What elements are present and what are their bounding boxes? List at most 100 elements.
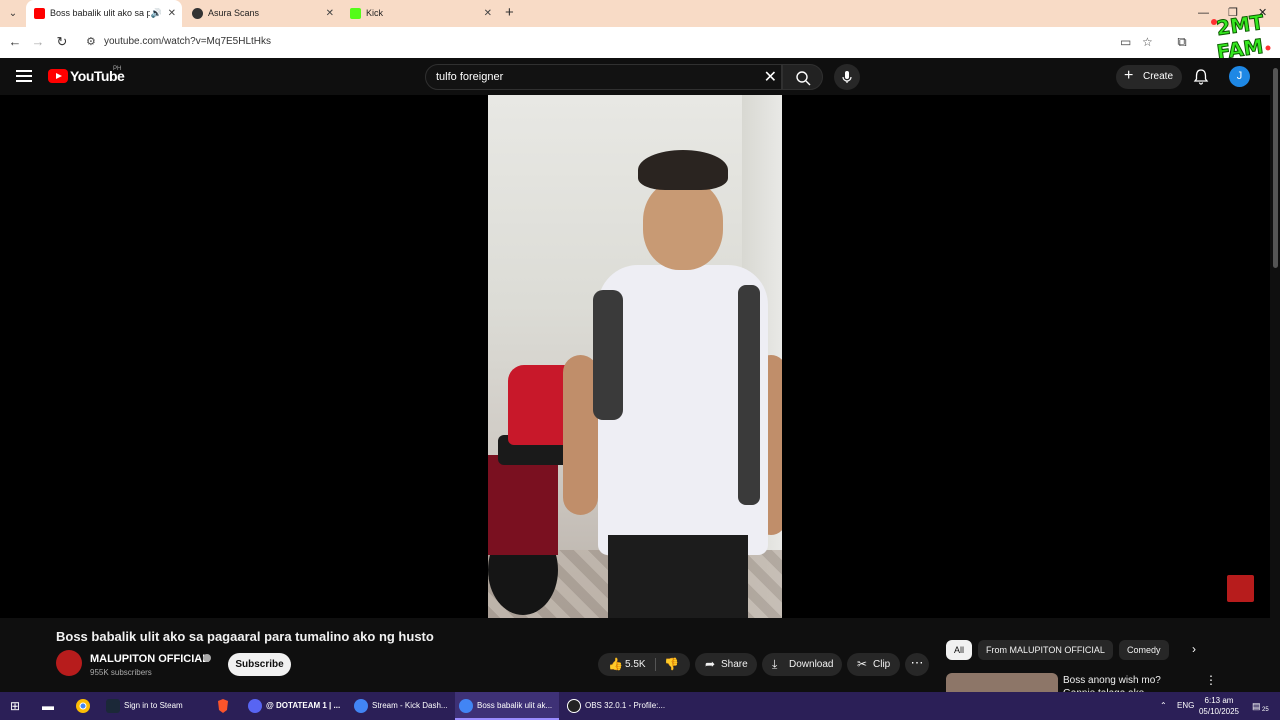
- account-avatar[interactable]: J: [1229, 66, 1250, 87]
- close-tab-icon[interactable]: ✕: [168, 0, 176, 27]
- close-tab-icon[interactable]: ✕: [326, 0, 334, 27]
- video-frame[interactable]: [488, 95, 782, 618]
- tab-kick[interactable]: Kick ✕: [342, 0, 498, 27]
- chevron-right-icon[interactable]: ›: [1192, 642, 1196, 656]
- scissors-icon: ✂: [857, 657, 868, 671]
- chrome-icon: [459, 699, 473, 713]
- search-input[interactable]: tulfo foreigner ✕: [425, 64, 782, 90]
- taskbar-label: Sign in to Steam: [124, 701, 183, 710]
- tab-title: Asura Scans: [208, 8, 260, 18]
- taskbar-steam[interactable]: Sign in to Steam: [102, 692, 206, 720]
- tray-chevron-up-icon[interactable]: ⌃: [1160, 692, 1167, 720]
- recommendation-title[interactable]: Boss anong wish mo? Gannie talaga ako: [1063, 674, 1193, 692]
- download-button[interactable]: ⤓ Download: [762, 653, 842, 676]
- tab-search-icon[interactable]: ⌄: [4, 5, 22, 23]
- taskbar-label: Stream - Kick Dash...: [372, 701, 448, 710]
- notification-count: 25: [1262, 707, 1269, 713]
- extensions-icon[interactable]: ⧉: [1173, 33, 1191, 51]
- youtube-logo-icon[interactable]: [48, 69, 68, 83]
- recommendation-thumbnail[interactable]: [946, 673, 1058, 693]
- search-query[interactable]: tulfo foreigner: [436, 71, 503, 83]
- windows-taskbar: ⊞ ▬ Sign in to Steam @ DOTATEAM 1 | ... …: [0, 692, 1280, 720]
- notifications-bell-icon[interactable]: [1192, 68, 1210, 86]
- subscriber-count: 955K subscribers: [90, 668, 152, 677]
- asura-favicon-icon: [192, 8, 203, 19]
- browser-toolbar: ← → ↻ ⚙ youtube.com/watch?v=Mq7E5HLtHks …: [0, 27, 1280, 58]
- video-player[interactable]: [0, 95, 1270, 618]
- create-label: Create: [1143, 71, 1174, 82]
- forward-icon[interactable]: →: [29, 33, 47, 51]
- close-tab-icon[interactable]: ✕: [484, 0, 492, 27]
- site-info-icon[interactable]: ⚙: [86, 35, 96, 48]
- more-actions-icon[interactable]: ⋯: [905, 653, 929, 676]
- discord-icon: [248, 699, 262, 713]
- voice-search-button[interactable]: [834, 64, 860, 90]
- notification-center-icon[interactable]: ▤: [1252, 692, 1261, 720]
- chip-from-channel[interactable]: From MALUPITON OFFICIAL: [978, 640, 1113, 660]
- menu-icon[interactable]: [16, 70, 32, 82]
- taskbar-youtube-window[interactable]: Boss babalik ulit ak...: [455, 692, 559, 720]
- tab-title: Kick: [366, 8, 384, 18]
- clip-label: Clip: [873, 659, 891, 670]
- clear-search-icon[interactable]: ✕: [764, 67, 777, 87]
- clock-time: 6:13 am: [1204, 696, 1234, 705]
- download-icon: ⤓: [772, 657, 778, 671]
- speaker-icon[interactable]: 🔊: [151, 0, 162, 27]
- chip-all[interactable]: All: [946, 640, 973, 660]
- share-icon: ➦: [705, 657, 716, 671]
- reload-icon[interactable]: ↻: [53, 33, 71, 51]
- chrome-icon[interactable]: [75, 692, 91, 720]
- taskbar-label: Boss babalik ulit ak...: [477, 701, 553, 710]
- scrollbar-thumb[interactable]: [1273, 68, 1278, 268]
- obs-icon: [567, 699, 581, 713]
- taskbar-label: OBS 32.0.1 - Profile:...: [585, 701, 666, 710]
- share-button[interactable]: ➦ Share: [695, 653, 757, 676]
- url-text[interactable]: youtube.com/watch?v=Mq7E5HLtHks: [104, 36, 271, 47]
- channel-watermark-icon[interactable]: [1227, 575, 1254, 602]
- taskbar-obs[interactable]: OBS 32.0.1 - Profile:...: [563, 692, 667, 720]
- clock-date: 05/10/2025: [1198, 707, 1240, 716]
- video-person-pants: [608, 535, 748, 618]
- create-button[interactable]: + Create: [1116, 65, 1182, 89]
- clip-button[interactable]: ✂ Clip: [847, 653, 900, 676]
- tab-youtube[interactable]: Boss babalik ulit ako sa pag 🔊 ✕: [26, 0, 182, 27]
- address-bar[interactable]: ⚙ youtube.com/watch?v=Mq7E5HLtHks ▭ ☆: [80, 30, 1170, 55]
- stream-overlay-logo: 2MT FAM: [1211, 9, 1271, 64]
- video-person-hair: [638, 150, 728, 190]
- bookmark-star-icon[interactable]: ☆: [1142, 35, 1153, 49]
- video-title: Boss babalik ulit ako sa pagaaral para t…: [56, 629, 434, 644]
- video-person-backpack-strap: [593, 290, 623, 420]
- new-tab-button[interactable]: +: [505, 0, 514, 27]
- like-dislike-group: 👍 5.5K 👎: [598, 653, 690, 676]
- file-explorer-icon[interactable]: ▬: [42, 692, 54, 720]
- back-icon[interactable]: ←: [6, 33, 24, 51]
- subscribe-button[interactable]: Subscribe: [228, 653, 291, 676]
- taskbar-discord[interactable]: @ DOTATEAM 1 | ...: [244, 692, 348, 720]
- like-icon[interactable]: 👍: [608, 653, 623, 676]
- recommendation-menu-icon[interactable]: ⋮: [1205, 673, 1217, 687]
- start-windows-icon[interactable]: ⊞: [10, 692, 20, 720]
- video-person-face: [643, 180, 723, 270]
- share-label: Share: [721, 659, 748, 670]
- youtube-favicon-icon: [34, 8, 45, 19]
- brave-icon[interactable]: [216, 692, 230, 720]
- taskbar-clock[interactable]: 6:13 am 05/10/2025: [1198, 695, 1240, 717]
- search-button[interactable]: [782, 64, 823, 90]
- dislike-icon[interactable]: 👎: [664, 653, 679, 676]
- country-code: PH: [113, 66, 122, 72]
- search-icon: [796, 71, 811, 86]
- taskbar-kick-dashboard[interactable]: Stream - Kick Dash...: [350, 692, 452, 720]
- chip-comedy[interactable]: Comedy: [1119, 640, 1169, 660]
- browser-tab-strip: ⌄ Boss babalik ulit ako sa pag 🔊 ✕ Asura…: [0, 0, 1280, 27]
- taskbar-label: @ DOTATEAM 1 | ...: [266, 701, 341, 710]
- microphone-icon: [842, 71, 852, 83]
- install-app-icon[interactable]: ▭: [1120, 35, 1131, 49]
- video-person-backpack-strap: [738, 285, 760, 505]
- kick-favicon-icon: [350, 8, 361, 19]
- channel-avatar[interactable]: [56, 650, 82, 676]
- steam-icon: [106, 699, 120, 713]
- channel-name[interactable]: MALUPITON OFFICIAL: [90, 653, 209, 665]
- like-count[interactable]: 5.5K: [625, 653, 646, 676]
- language-indicator[interactable]: ENG: [1177, 692, 1194, 720]
- tab-asura-scans[interactable]: Asura Scans ✕: [184, 0, 340, 27]
